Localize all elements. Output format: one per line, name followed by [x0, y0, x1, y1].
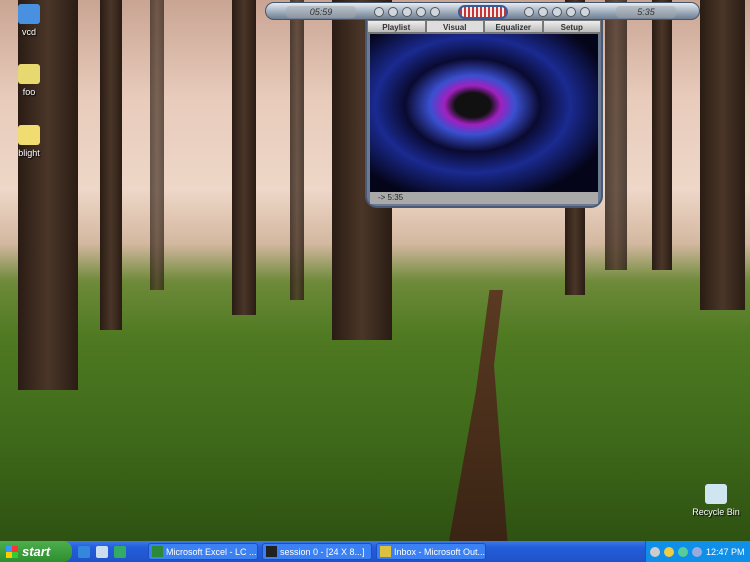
tab-visual[interactable]: Visual	[425, 20, 484, 33]
media-player-window: Playlist Visual Equalizer Setup -> 5:35 …	[265, 0, 700, 210]
stop-button[interactable]	[374, 7, 384, 17]
tab-setup[interactable]: Setup	[542, 20, 601, 33]
player-control-bar: 05:59 5:35	[265, 2, 700, 20]
system-tray: 12:47 PM	[645, 541, 750, 562]
start-button[interactable]: start	[0, 541, 72, 562]
repeat-button[interactable]	[538, 7, 548, 17]
total-time: 5:35	[616, 6, 676, 18]
minimize-button[interactable]	[566, 7, 576, 17]
outlook-icon	[380, 546, 391, 557]
visualization	[370, 34, 598, 192]
clock[interactable]: 12:47 PM	[706, 547, 745, 557]
tab-playlist[interactable]: Playlist	[367, 20, 426, 33]
security-icon[interactable]	[664, 546, 674, 557]
desktop-icon[interactable]	[96, 545, 108, 558]
player-tabs: Playlist Visual Equalizer Setup	[367, 20, 601, 33]
network-icon[interactable]	[650, 546, 660, 557]
desktop-icon-recycle-bin[interactable]: Recycle Bin	[690, 484, 742, 517]
elapsed-time: 05:59	[286, 6, 356, 18]
excel-icon	[152, 546, 163, 557]
recycle-bin-icon	[705, 484, 727, 504]
prev-button[interactable]	[388, 7, 398, 17]
close-button[interactable]	[580, 7, 590, 17]
tab-equalizer[interactable]: Equalizer	[484, 20, 543, 33]
volume-slider[interactable]	[458, 5, 508, 19]
volume-icon[interactable]	[692, 546, 702, 557]
desktop-icon-vcd[interactable]: vcd	[4, 4, 54, 37]
task-session[interactable]: session 0 - [24 X 8...]	[262, 543, 372, 560]
next-button[interactable]	[416, 7, 426, 17]
task-outlook[interactable]: Inbox - Microsoft Out...	[376, 543, 486, 560]
folder-icon	[18, 125, 40, 145]
windows-logo-icon	[6, 545, 18, 558]
settings-button[interactable]	[552, 7, 562, 17]
ie-icon[interactable]	[78, 545, 90, 558]
forest-path	[449, 290, 508, 541]
taskbar: start Microsoft Excel - LC ... session 0…	[0, 541, 750, 562]
task-excel[interactable]: Microsoft Excel - LC ...	[148, 543, 258, 560]
playlist-button[interactable]	[524, 7, 534, 17]
desktop-icon-blight[interactable]: blight	[4, 125, 54, 158]
terminal-icon	[266, 546, 277, 557]
users-icon[interactable]	[678, 546, 688, 557]
computer-icon	[18, 4, 40, 24]
player-status: -> 5:35	[370, 192, 598, 204]
folder-mail-icon	[18, 64, 40, 84]
desktop-icon-foo[interactable]: foo	[4, 64, 54, 97]
eject-button[interactable]	[430, 7, 440, 17]
pause-button[interactable]	[402, 7, 412, 17]
player-body: Playlist Visual Equalizer Setup -> 5:35	[365, 18, 603, 208]
desktop: vcd foo blight Recycle Bin Playlist Visu…	[0, 0, 750, 541]
excel-icon[interactable]	[114, 545, 126, 558]
